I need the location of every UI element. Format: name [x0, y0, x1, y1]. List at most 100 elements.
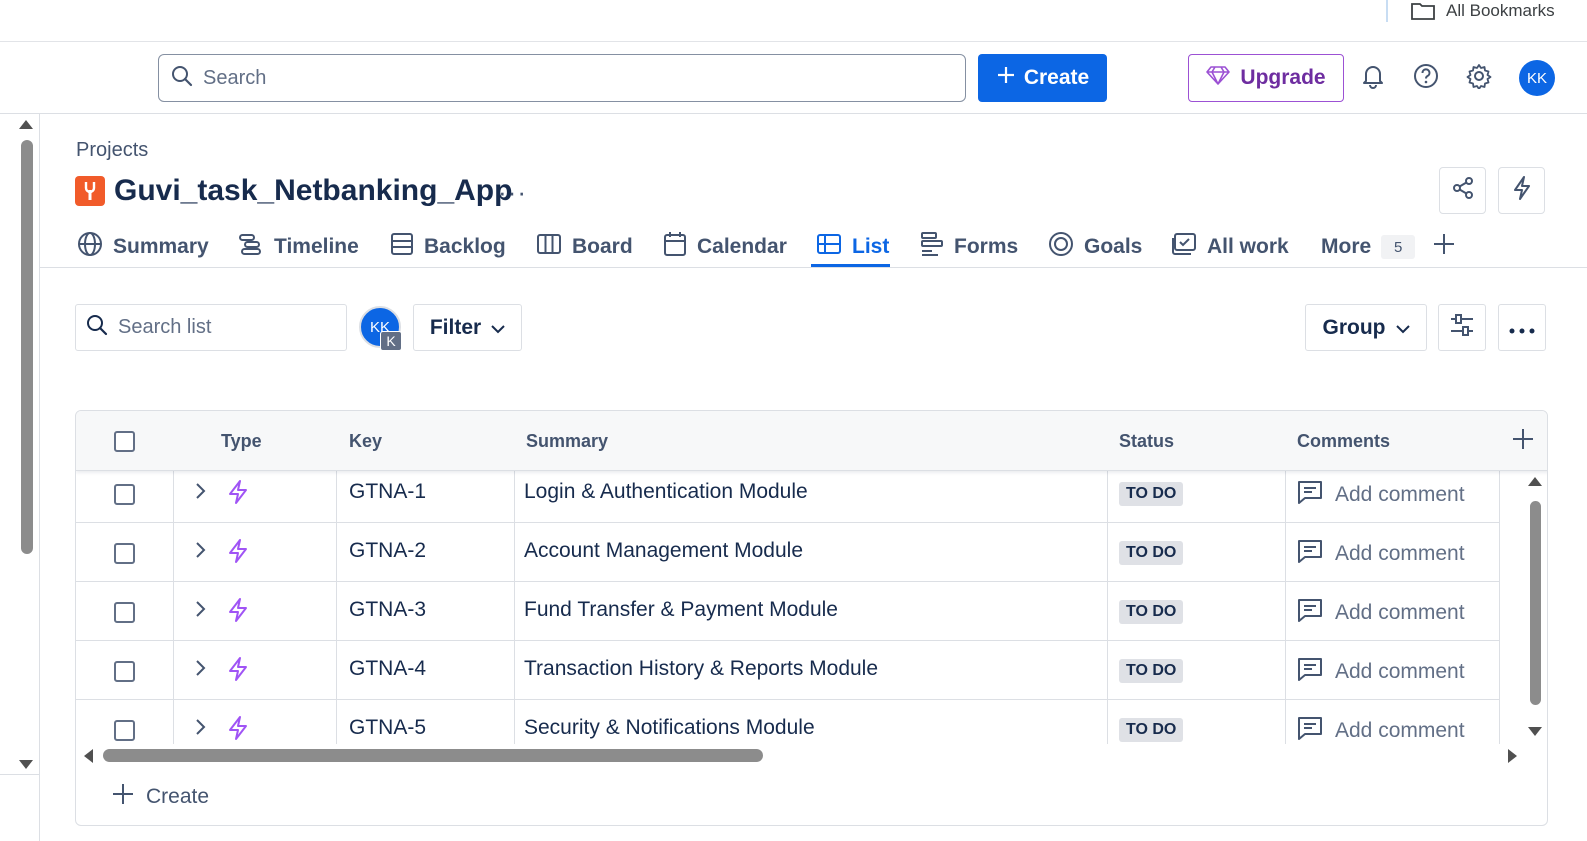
issue-summary[interactable]: Transaction History & Reports Module: [524, 657, 878, 681]
tab-list[interactable]: List: [816, 230, 889, 264]
issue-summary[interactable]: Login & Authentication Module: [524, 480, 808, 504]
row-checkbox[interactable]: [114, 720, 135, 741]
create-button[interactable]: Create: [978, 54, 1107, 102]
tab-forms[interactable]: Forms: [920, 230, 1018, 264]
issue-key-link[interactable]: GTNA-1: [349, 480, 426, 504]
row-checkbox[interactable]: [114, 602, 135, 623]
table-vertical-scrollbar-thumb[interactable]: [1530, 501, 1541, 705]
tab-calendar[interactable]: Calendar: [663, 230, 787, 264]
status-badge[interactable]: TO DO: [1119, 482, 1184, 506]
table-scroll-up-arrow-icon[interactable]: [1528, 477, 1542, 486]
row-checkbox[interactable]: [114, 661, 135, 682]
help-button[interactable]: [1410, 62, 1442, 94]
more-actions-button[interactable]: [1498, 304, 1546, 351]
add-comment-button[interactable]: Add comment: [1297, 657, 1465, 687]
issue-summary[interactable]: Security & Notifications Module: [524, 716, 815, 740]
tab-label: Board: [572, 235, 633, 258]
project-more-actions[interactable]: ···: [498, 177, 527, 208]
issue-key-link[interactable]: GTNA-4: [349, 657, 426, 681]
row-checkbox[interactable]: [114, 484, 135, 505]
column-header-status[interactable]: Status: [1119, 411, 1174, 471]
inline-create-button[interactable]: Create: [112, 783, 209, 811]
expand-chevron-icon[interactable]: [194, 600, 206, 618]
filter-button[interactable]: Filter: [413, 304, 522, 351]
scroll-right-arrow-icon[interactable]: [1508, 749, 1517, 763]
automation-button[interactable]: [1498, 167, 1545, 214]
share-button[interactable]: [1439, 167, 1486, 214]
search-list-input[interactable]: [118, 316, 338, 339]
column-header-summary[interactable]: Summary: [526, 411, 608, 471]
expand-chevron-icon[interactable]: [194, 482, 206, 500]
tab-all-work[interactable]: All work: [1171, 230, 1289, 264]
add-tab-button[interactable]: [1432, 230, 1456, 264]
all-bookmarks-label: All Bookmarks: [1446, 1, 1555, 20]
issue-summary[interactable]: Fund Transfer & Payment Module: [524, 598, 838, 622]
comment-icon: [1297, 657, 1323, 687]
timeline-icon: [238, 233, 264, 261]
status-badge[interactable]: TO DO: [1119, 718, 1184, 742]
epic-lightning-icon: [226, 479, 250, 505]
table-row[interactable]: GTNA-3 Fund Transfer & Payment Module TO…: [76, 582, 1500, 641]
column-header-type[interactable]: Type: [221, 411, 262, 471]
scroll-left-arrow-icon[interactable]: [84, 749, 93, 763]
all-bookmarks-button[interactable]: All Bookmarks: [1410, 0, 1555, 22]
issue-key-link[interactable]: GTNA-5: [349, 716, 426, 740]
profile-avatar[interactable]: KK: [1519, 60, 1555, 96]
status-badge[interactable]: TO DO: [1119, 600, 1184, 624]
tab-board[interactable]: Board: [536, 230, 633, 264]
project-title: Guvi_task_Netbanking_App: [114, 174, 513, 207]
add-comment-button[interactable]: Add comment: [1297, 598, 1465, 628]
sidebar-scrollbar-thumb[interactable]: [21, 140, 33, 554]
expand-chevron-icon[interactable]: [194, 718, 206, 736]
add-comment-button[interactable]: Add comment: [1297, 716, 1465, 746]
left-sidebar-rail: [0, 114, 40, 841]
column-header-key[interactable]: Key: [349, 411, 382, 471]
epic-lightning-icon: [226, 715, 250, 741]
table-row[interactable]: GTNA-1 Login & Authentication Module TO …: [76, 464, 1500, 523]
row-checkbox[interactable]: [114, 543, 135, 564]
backlog-icon: [390, 232, 414, 262]
goals-icon: [1048, 231, 1074, 263]
tab-goals[interactable]: Goals: [1048, 230, 1142, 264]
more-count-badge: 5: [1381, 235, 1416, 259]
view-settings-button[interactable]: [1438, 304, 1486, 351]
column-header-comments[interactable]: Comments: [1297, 411, 1390, 471]
table-row[interactable]: GTNA-2 Account Management Module TO DO A…: [76, 523, 1500, 582]
add-column-button[interactable]: [1512, 411, 1534, 471]
issue-summary[interactable]: Account Management Module: [524, 539, 803, 563]
scroll-down-arrow-icon[interactable]: [19, 760, 33, 769]
global-search[interactable]: [158, 54, 966, 102]
search-icon: [171, 65, 193, 92]
expand-chevron-icon[interactable]: [194, 659, 206, 677]
status-badge[interactable]: TO DO: [1119, 659, 1184, 683]
list-icon: [816, 233, 842, 261]
tab-more[interactable]: More 5: [1321, 230, 1416, 264]
breadcrumb-projects[interactable]: Projects: [76, 139, 148, 162]
upgrade-button[interactable]: Upgrade: [1188, 54, 1344, 102]
status-badge[interactable]: TO DO: [1119, 541, 1184, 565]
tab-summary[interactable]: Summary: [77, 230, 209, 264]
notifications-button[interactable]: [1357, 62, 1389, 94]
tab-timeline[interactable]: Timeline: [238, 230, 359, 264]
add-comment-button[interactable]: Add comment: [1297, 480, 1465, 510]
chevron-down-icon: [1395, 316, 1410, 340]
help-icon: [1413, 63, 1439, 94]
table-horizontal-scrollbar: [76, 744, 1547, 768]
scroll-up-arrow-icon[interactable]: [19, 120, 33, 129]
horizontal-scrollbar-thumb[interactable]: [103, 749, 763, 762]
tab-label: Goals: [1084, 235, 1143, 258]
table-scroll-down-arrow-icon[interactable]: [1528, 727, 1542, 736]
add-comment-button[interactable]: Add comment: [1297, 539, 1465, 569]
tab-backlog[interactable]: Backlog: [390, 230, 506, 264]
select-all-checkbox[interactable]: [114, 431, 135, 452]
expand-chevron-icon[interactable]: [194, 541, 206, 559]
upgrade-label: Upgrade: [1240, 66, 1326, 89]
settings-button[interactable]: [1463, 62, 1495, 94]
search-input[interactable]: [203, 66, 903, 90]
board-icon: [536, 233, 562, 261]
issue-key-link[interactable]: GTNA-2: [349, 539, 426, 563]
issue-key-link[interactable]: GTNA-3: [349, 598, 426, 622]
search-list-box[interactable]: [75, 304, 347, 351]
group-button[interactable]: Group: [1305, 304, 1427, 351]
table-row[interactable]: GTNA-4 Transaction History & Reports Mod…: [76, 641, 1500, 700]
